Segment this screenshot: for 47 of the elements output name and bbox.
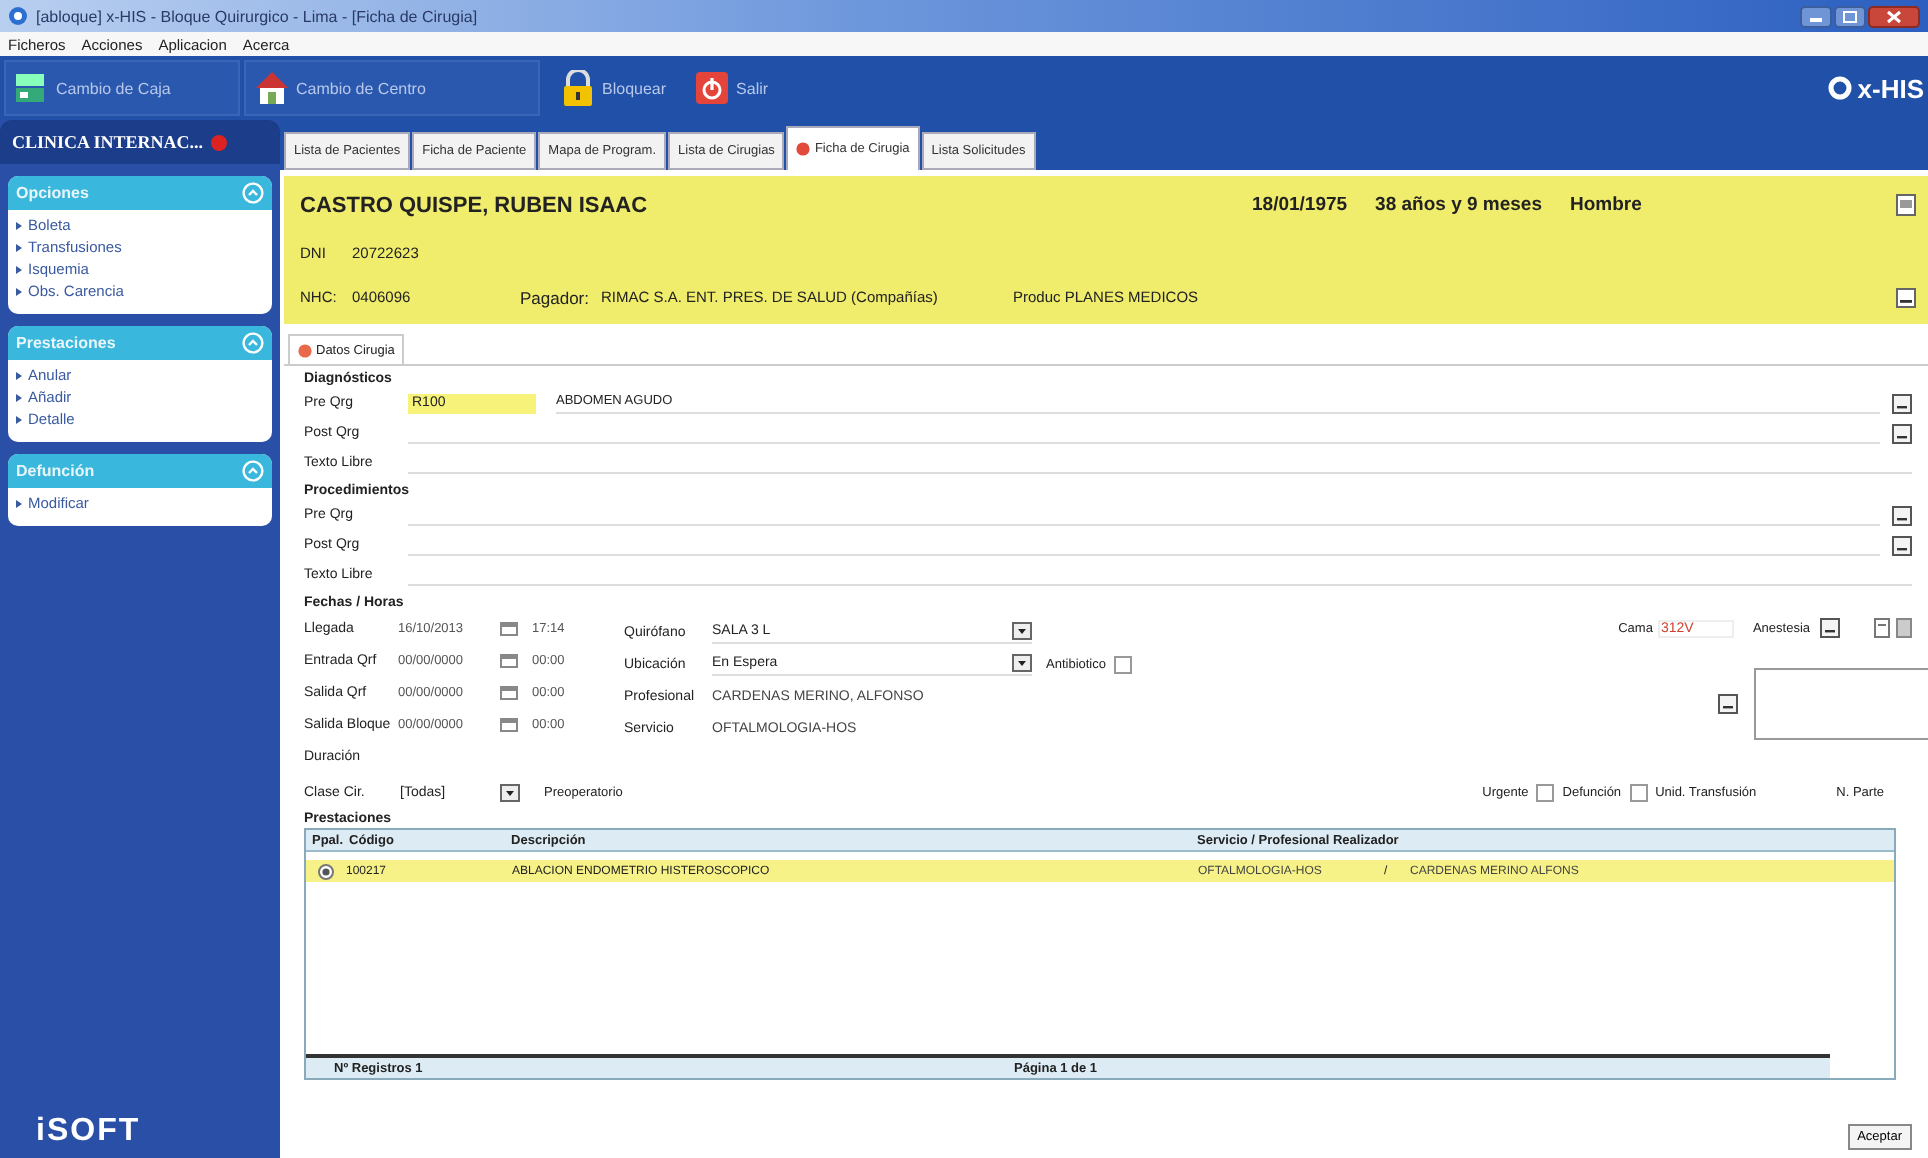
padlock-icon (560, 70, 596, 106)
calendar-icon[interactable] (500, 652, 518, 668)
panel-title: Defunción (16, 462, 95, 480)
checkbox[interactable] (1114, 655, 1132, 673)
radio-button[interactable] (318, 863, 334, 879)
isoft-logo: iSOFT (34, 1114, 143, 1152)
collapse-icon[interactable] (242, 332, 264, 354)
brand-logo: x-HIS (1857, 73, 1924, 103)
center-name: CLINICA INTERNAC... (12, 132, 204, 152)
app-icon (8, 6, 28, 26)
minus-icon[interactable] (1896, 287, 1916, 307)
calendar-icon[interactable] (500, 716, 518, 732)
toolbar-button[interactable]: Bloquear (552, 60, 675, 116)
checkbox[interactable] (1629, 783, 1648, 801)
panel-title: Opciones (16, 184, 89, 202)
ellipsis-button[interactable] (1892, 505, 1912, 525)
maximize-icon[interactable] (1834, 5, 1866, 27)
patient-age: 38 años y 9 meses (1375, 194, 1542, 216)
ellipsis-button[interactable] (1820, 618, 1840, 638)
pin-icon (209, 133, 228, 151)
checkbox[interactable] (1536, 783, 1555, 801)
birth-date: 18/01/1975 (1252, 194, 1348, 216)
toolbar-button[interactable]: Cambio de Caja (4, 60, 240, 116)
ellipsis-button[interactable] (1892, 393, 1912, 413)
ellipsis-button[interactable] (1892, 535, 1912, 555)
calendar-icon[interactable] (500, 684, 518, 700)
ring-icon (1827, 76, 1852, 100)
power-icon (694, 70, 731, 106)
patient-sex: Hombre (1570, 194, 1642, 216)
toolbar-button[interactable]: Cambio de Centro (244, 60, 540, 116)
minimize-icon[interactable] (1800, 5, 1832, 27)
window-title: [abloque] x-HIS - Bloque Quirurgico - Lima - [Ficha de Cirugia] (36, 7, 478, 25)
panel-title: Prestaciones (16, 334, 116, 352)
payer-label: Pagador: (520, 287, 589, 307)
ellipsis-button[interactable] (1892, 423, 1912, 443)
collapse-icon[interactable] (242, 182, 264, 204)
close-icon[interactable] (1868, 5, 1920, 27)
house-icon (254, 70, 290, 106)
document-icon[interactable] (1874, 618, 1890, 638)
collapse-icon[interactable] (242, 460, 264, 482)
notes-field[interactable] (1754, 668, 1928, 740)
alert-icon (298, 343, 312, 357)
patient-name: CASTRO QUISPE, RUBEN ISAAC (300, 193, 650, 217)
ellipsis-button[interactable] (1718, 694, 1738, 714)
cash-register-icon (14, 70, 50, 106)
toolbar-button[interactable]: Salir (686, 60, 777, 116)
calendar-icon[interactable] (500, 620, 518, 636)
